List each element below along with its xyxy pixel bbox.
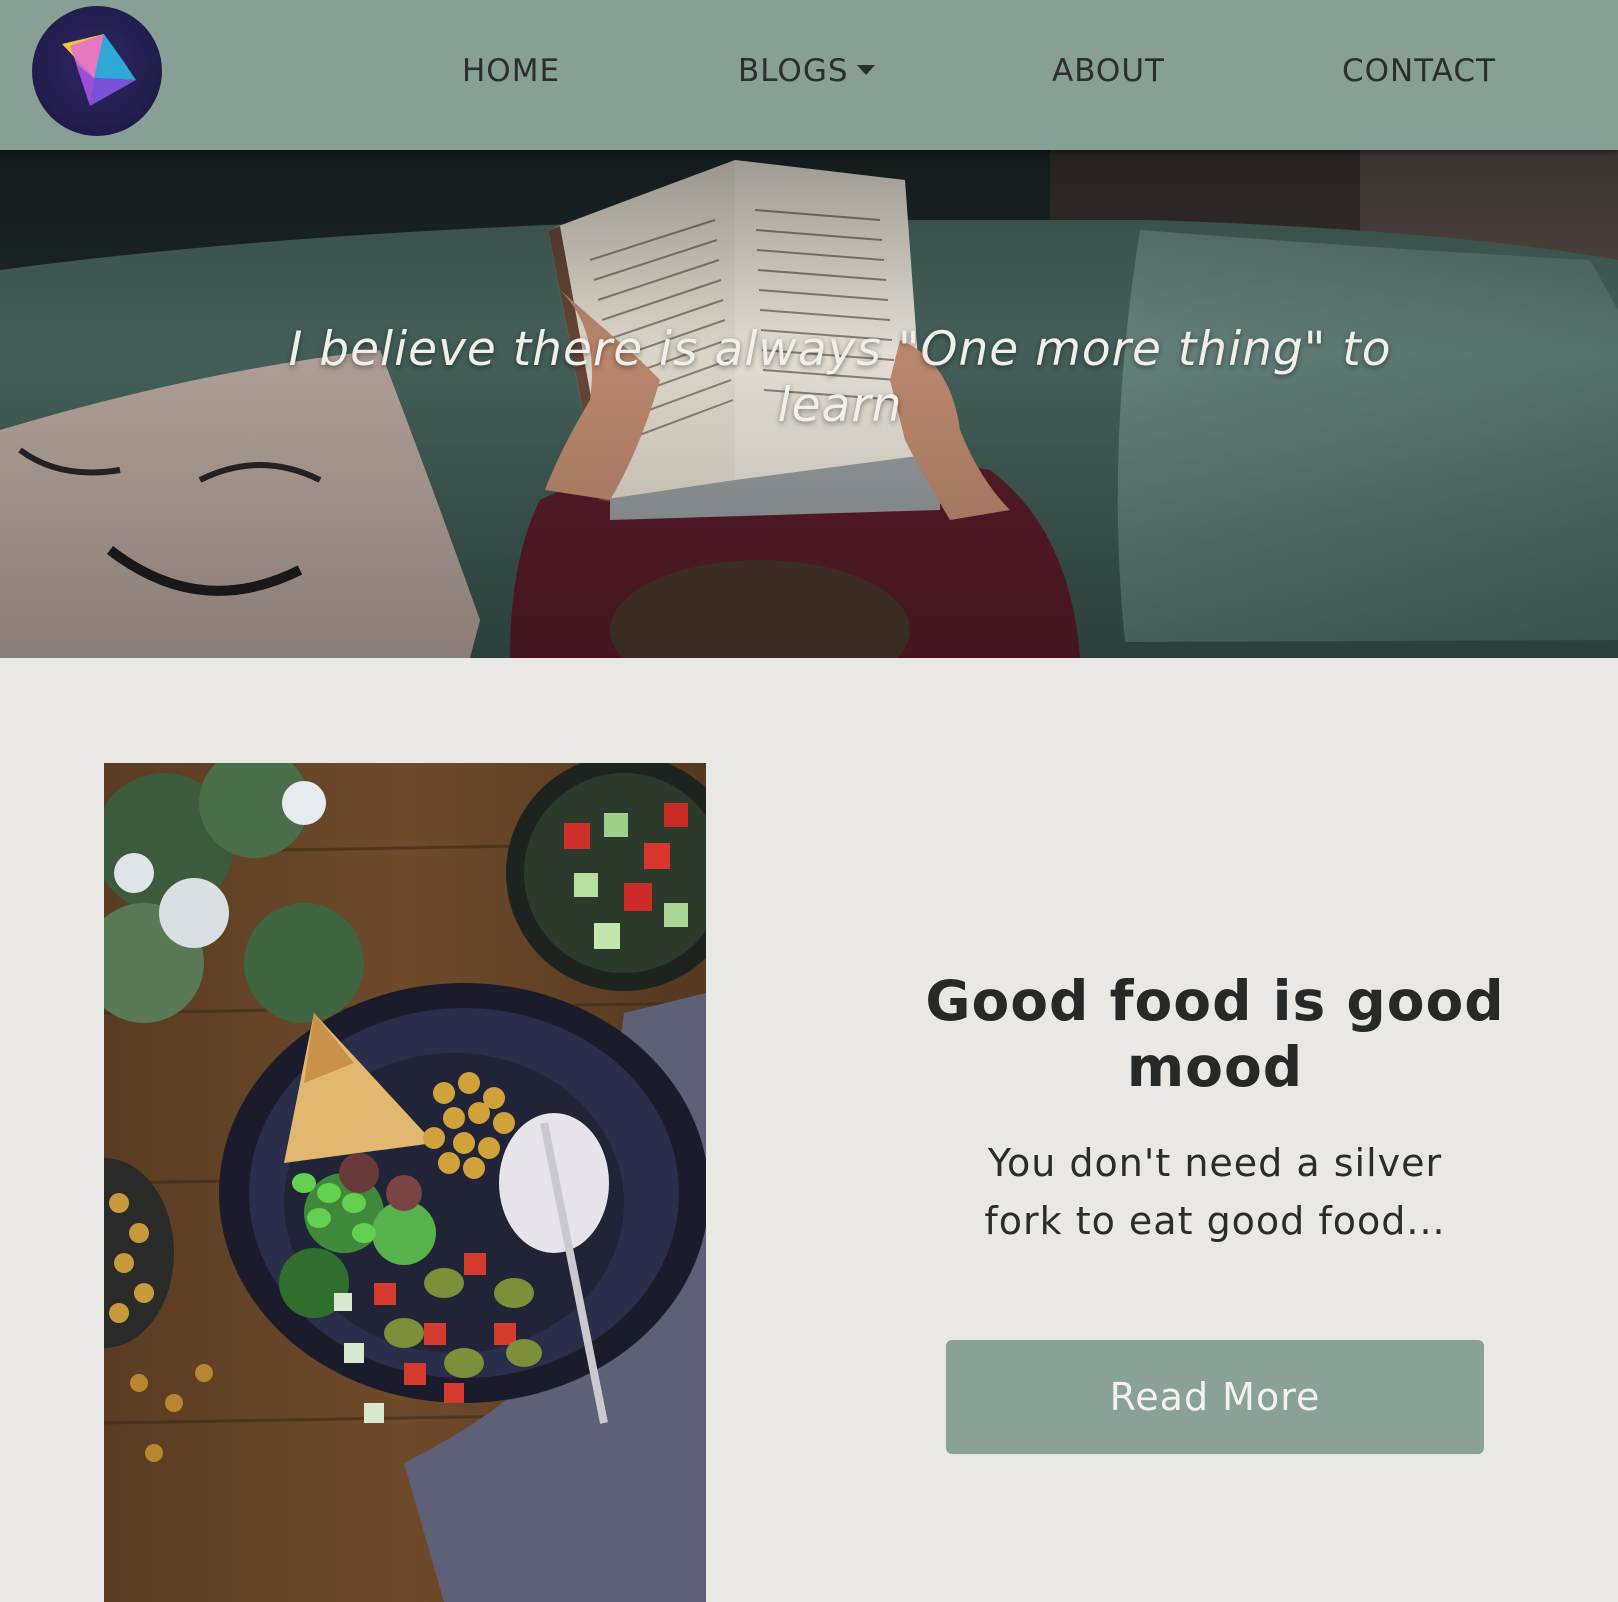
feature-text: You don't need a silver fork to eat good… [984,1141,1446,1243]
feature-title: Good food is good mood [925,969,1505,1099]
food-bowl-image [104,763,706,1602]
read-more-button[interactable]: Read More [946,1340,1484,1454]
nav-home[interactable]: HOME [462,48,560,94]
nav-contact[interactable]: CONTACT [1342,48,1496,94]
navbar: HOME BLOGS ABOUT CONTACT [0,0,1618,150]
caret-down-icon [856,64,875,75]
hero-quote: I believe there is always "One more thin… [288,322,1392,433]
nav-blogs-label: BLOGS [738,53,849,89]
hero-banner: I believe there is always "One more thin… [0,150,1618,658]
bird-logo-icon[interactable] [32,6,162,136]
nav-about[interactable]: ABOUT [1052,48,1165,94]
nav-blogs-dropdown[interactable]: BLOGS [738,48,875,94]
